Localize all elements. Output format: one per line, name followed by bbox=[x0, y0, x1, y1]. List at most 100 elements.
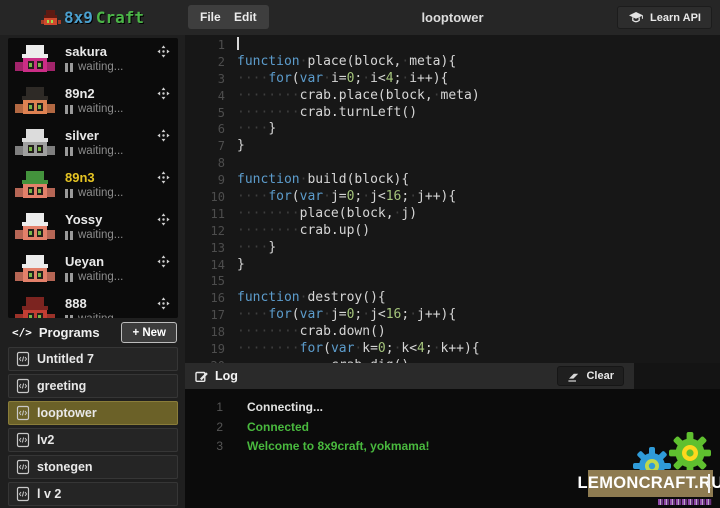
learn-api-button[interactable]: Learn API bbox=[617, 6, 712, 29]
player-row[interactable]: sakura waiting... bbox=[8, 38, 178, 80]
player-name: Yossy bbox=[65, 213, 123, 227]
line-number: 19 bbox=[185, 341, 225, 358]
player-row[interactable]: Yossywaiting... bbox=[8, 206, 178, 248]
program-item-selected[interactable]: looptower bbox=[8, 401, 178, 425]
line-number: 3 bbox=[185, 71, 225, 88]
program-label: Untitled 7 bbox=[37, 352, 94, 366]
edit-menu-button[interactable]: Edit bbox=[222, 5, 269, 29]
code-line[interactable]: ····for(var·i=0;·i<4;·i++){ bbox=[237, 71, 720, 88]
locate-icon[interactable] bbox=[157, 45, 170, 58]
player-row[interactable]: silverwaiting... bbox=[8, 122, 178, 164]
code-line[interactable]: } bbox=[237, 257, 720, 274]
player-name: 89n3 bbox=[65, 171, 123, 185]
program-list: Untitled 7 greeting looptower lv2 stonegen l … bbox=[8, 347, 178, 506]
code-line[interactable]: function·build(block){ bbox=[237, 172, 720, 189]
locate-icon[interactable] bbox=[157, 129, 170, 142]
watermark-small-print bbox=[658, 499, 712, 505]
line-number: 2 bbox=[185, 54, 225, 71]
eraser-icon bbox=[567, 371, 581, 382]
player-row[interactable]: 888waiting... bbox=[8, 290, 178, 318]
top-bar: 8x9 Craft looptower File Edit Learn API bbox=[0, 0, 720, 35]
player-avatar bbox=[14, 86, 56, 117]
locate-icon[interactable] bbox=[157, 255, 170, 268]
line-number: 8 bbox=[185, 155, 225, 172]
program-file-icon bbox=[16, 405, 30, 421]
code-line[interactable]: function·place(block,·meta){ bbox=[237, 54, 720, 71]
code-line[interactable] bbox=[237, 155, 720, 172]
line-number: 18 bbox=[185, 324, 225, 341]
code-line[interactable]: ········place(block,·j) bbox=[237, 206, 720, 223]
locate-icon[interactable] bbox=[157, 213, 170, 226]
log-line-number: 2 bbox=[185, 418, 223, 438]
log-message: Connecting... bbox=[247, 398, 323, 418]
code-line[interactable]: function·destroy(){ bbox=[237, 290, 720, 307]
code-line[interactable]: ····for(var·j=0;·j<16;·j++){ bbox=[237, 307, 720, 324]
program-file-icon bbox=[16, 432, 30, 448]
player-avatar bbox=[14, 44, 56, 75]
player-name: 888 bbox=[65, 297, 123, 311]
logo-text-craft: Craft bbox=[96, 8, 144, 27]
player-row[interactable]: 89n2waiting... bbox=[8, 80, 178, 122]
line-number: 9 bbox=[185, 172, 225, 189]
code-line[interactable]: ········crab.place(block,·meta) bbox=[237, 88, 720, 105]
watermark-text: LEMONCRAFT.RU bbox=[578, 474, 720, 493]
player-status: waiting... bbox=[65, 145, 123, 157]
sidebar: sakura waiting... 89n2waiting...silverwait… bbox=[0, 35, 185, 508]
code-line[interactable]: ····for(var·j=0;·j<16;·j++){ bbox=[237, 189, 720, 206]
log-compose-icon bbox=[195, 369, 209, 383]
pause-icon bbox=[65, 231, 73, 240]
code-line[interactable] bbox=[237, 37, 720, 54]
code-line[interactable] bbox=[237, 273, 720, 290]
pause-icon bbox=[65, 273, 73, 282]
program-file-icon bbox=[16, 486, 30, 502]
code-line[interactable]: ····} bbox=[237, 240, 720, 257]
player-list: sakura waiting... 89n2waiting...silverwait… bbox=[8, 38, 178, 318]
player-row[interactable]: 89n3waiting... bbox=[8, 164, 178, 206]
locate-icon[interactable] bbox=[157, 171, 170, 184]
code-line[interactable]: ········crab.up() bbox=[237, 223, 720, 240]
locate-icon[interactable] bbox=[157, 87, 170, 100]
clear-log-button[interactable]: Clear bbox=[557, 366, 624, 386]
app-logo: 8x9 Craft bbox=[0, 0, 185, 35]
program-label: l v 2 bbox=[37, 487, 61, 501]
player-avatar bbox=[14, 212, 56, 243]
pause-icon bbox=[65, 189, 73, 198]
new-program-button[interactable]: + New bbox=[121, 322, 177, 343]
player-row[interactable]: Ueyanwaiting... bbox=[8, 248, 178, 290]
line-number: 15 bbox=[185, 273, 225, 290]
program-item[interactable]: l v 2 bbox=[8, 482, 178, 506]
program-file-icon bbox=[16, 351, 30, 367]
text-cursor bbox=[237, 37, 239, 50]
program-item[interactable]: Untitled 7 bbox=[8, 347, 178, 371]
program-item[interactable]: lv2 bbox=[8, 428, 178, 452]
pause-icon bbox=[65, 63, 73, 72]
code-editor[interactable]: 1234567891011121314151617181920 function… bbox=[185, 35, 720, 363]
code-line[interactable]: } bbox=[237, 138, 720, 155]
watermark-caret bbox=[708, 474, 710, 493]
code-line[interactable]: ····} bbox=[237, 121, 720, 138]
player-status: waiting... bbox=[65, 61, 123, 73]
log-message: Welcome to 8x9craft, yokmama! bbox=[247, 437, 430, 457]
line-number-gutter: 1234567891011121314151617181920 bbox=[185, 37, 225, 363]
app-window: 8x9 Craft looptower File Edit Learn API … bbox=[0, 0, 720, 508]
player-avatar bbox=[14, 254, 56, 285]
green-gear-icon bbox=[669, 432, 711, 474]
program-item[interactable]: greeting bbox=[8, 374, 178, 398]
code-line[interactable]: ········crab.turnLeft() bbox=[237, 105, 720, 122]
line-number: 1 bbox=[185, 37, 225, 54]
programs-title: Programs bbox=[39, 325, 100, 340]
player-name: sakura bbox=[65, 45, 123, 59]
log-line-number: 1 bbox=[185, 398, 223, 418]
watermark-bar: LEMONCRAFT.RU bbox=[588, 470, 713, 497]
log-message: Connected bbox=[247, 418, 309, 438]
code-lines[interactable]: function·place(block,·meta){····for(var·… bbox=[237, 37, 720, 363]
code-line[interactable]: ········crab.down() bbox=[237, 324, 720, 341]
player-status: waiting... bbox=[65, 271, 123, 283]
program-item[interactable]: stonegen bbox=[8, 455, 178, 479]
locate-icon[interactable] bbox=[157, 297, 170, 310]
log-title: Log bbox=[215, 369, 238, 383]
program-label: lv2 bbox=[37, 433, 54, 447]
clear-label: Clear bbox=[586, 370, 614, 382]
code-line[interactable]: ········for(var·k=0;·k<4;·k++){ bbox=[237, 341, 720, 358]
program-file-icon bbox=[16, 378, 30, 394]
